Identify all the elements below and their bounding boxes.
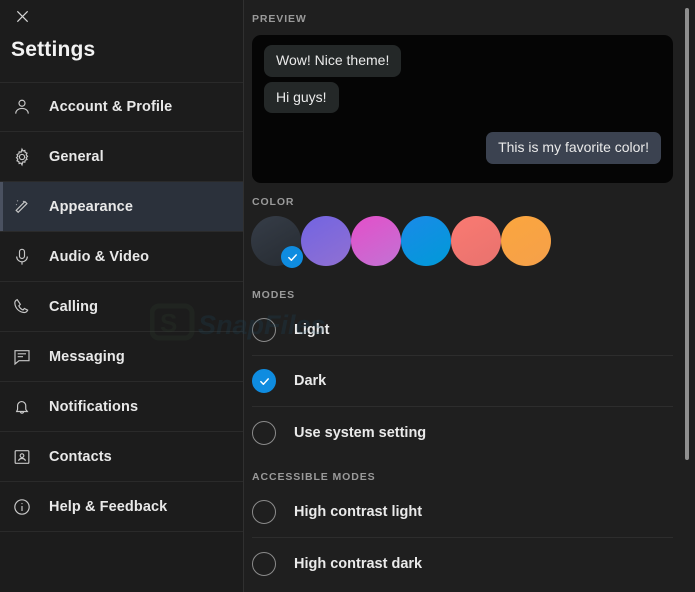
radio-icon-checked (252, 369, 276, 393)
mode-option-label: Dark (294, 373, 327, 389)
sidebar-item-label: Calling (49, 298, 99, 315)
sidebar-item-label: Appearance (49, 198, 134, 215)
settings-window: Settings Account & Profile General Appea… (0, 0, 695, 592)
sidebar-item-calling[interactable]: Calling (0, 282, 243, 332)
accessible-modes-section-label: ACCESSIBLE MODES (252, 471, 376, 483)
radio-icon (252, 551, 276, 576)
check-icon (281, 246, 303, 268)
sidebar-item-label: Notifications (49, 398, 139, 415)
settings-sidebar: Settings Account & Profile General Appea… (0, 0, 244, 592)
swatch-fill (451, 216, 501, 266)
radio-icon (252, 420, 276, 445)
mode-option-use-system-setting[interactable]: Use system setting (252, 407, 673, 458)
color-swatch-pink[interactable] (351, 216, 401, 266)
appearance-settings-panel: PREVIEW Wow! Nice theme! Hi guys! This i… (244, 0, 695, 592)
chat-bubble-icon (11, 346, 33, 368)
color-section-label: COLOR (252, 196, 295, 208)
sidebar-item-messaging[interactable]: Messaging (0, 332, 243, 382)
bell-icon (11, 396, 33, 418)
page-title: Settings (11, 38, 96, 61)
modes-radio-group: Light Dark Use system setting (244, 305, 695, 458)
color-swatch-orange[interactable] (501, 216, 551, 266)
sidebar-item-contacts[interactable]: Contacts (0, 432, 243, 482)
sidebar-item-general[interactable]: General (0, 132, 243, 182)
info-circle-icon (11, 496, 33, 518)
accessible-mode-option-label: High contrast dark (294, 555, 423, 572)
person-icon (11, 96, 33, 118)
sidebar-item-label: General (49, 148, 104, 165)
chat-bubble-outgoing: This is my favorite color! (486, 132, 661, 164)
sidebar-item-label: Contacts (49, 448, 112, 465)
color-swatch-purple[interactable] (301, 216, 351, 266)
sidebar-item-audio-video[interactable]: Audio & Video (0, 232, 243, 282)
mode-option-label: Use system setting (294, 424, 427, 441)
preview-section-label: PREVIEW (252, 13, 307, 25)
close-icon[interactable] (8, 2, 36, 30)
sidebar-item-label: Help & Feedback (49, 498, 168, 515)
mode-option-dark[interactable]: Dark (252, 356, 673, 407)
preview-section: Wow! Nice theme! Hi guys! This is my fav… (244, 25, 695, 183)
mode-option-label: Light (294, 322, 330, 338)
sidebar-item-notifications[interactable]: Notifications (0, 382, 243, 432)
modes-section-label: MODES (252, 289, 296, 301)
accessible-mode-option-label: High contrast light (294, 504, 423, 520)
sidebar-item-label: Account & Profile (49, 99, 173, 115)
magic-wand-icon (11, 196, 33, 218)
radio-icon (252, 318, 276, 342)
color-swatch-row (244, 208, 695, 276)
swatch-fill (351, 216, 401, 266)
accessible-mode-option-high-contrast-dark[interactable]: High contrast dark (252, 538, 673, 589)
color-swatch-blue[interactable] (401, 216, 451, 266)
radio-icon (252, 500, 276, 524)
sidebar-item-help-feedback[interactable]: Help & Feedback (0, 482, 243, 532)
sidebar-item-account-profile[interactable]: Account & Profile (0, 82, 243, 132)
swatch-fill (501, 216, 551, 266)
sidebar-item-label: Messaging (49, 348, 125, 365)
vertical-scrollbar[interactable] (683, 0, 691, 592)
accessible-mode-option-high-contrast-light[interactable]: High contrast light (252, 487, 673, 538)
scrollbar-thumb[interactable] (685, 8, 689, 460)
mode-option-light[interactable]: Light (252, 305, 673, 356)
titlebar (0, 0, 243, 32)
accessible-modes-radio-group: High contrast light High contrast dark (244, 487, 695, 589)
swatch-fill (301, 216, 351, 266)
color-swatch-red[interactable] (451, 216, 501, 266)
microphone-icon (11, 246, 33, 268)
chat-preview: Wow! Nice theme! Hi guys! This is my fav… (252, 35, 673, 183)
gear-icon (11, 146, 33, 168)
sidebar-item-appearance[interactable]: Appearance (0, 182, 243, 232)
swatch-fill (401, 216, 451, 266)
chat-bubble-incoming: Wow! Nice theme! (264, 45, 402, 77)
contact-card-icon (11, 446, 33, 468)
chat-bubble-incoming: Hi guys! (264, 81, 339, 113)
color-swatch-slate[interactable] (251, 216, 303, 268)
phone-icon (11, 296, 33, 318)
sidebar-nav: Account & Profile General Appearance Aud… (0, 82, 243, 532)
sidebar-item-label: Audio & Video (49, 248, 150, 265)
